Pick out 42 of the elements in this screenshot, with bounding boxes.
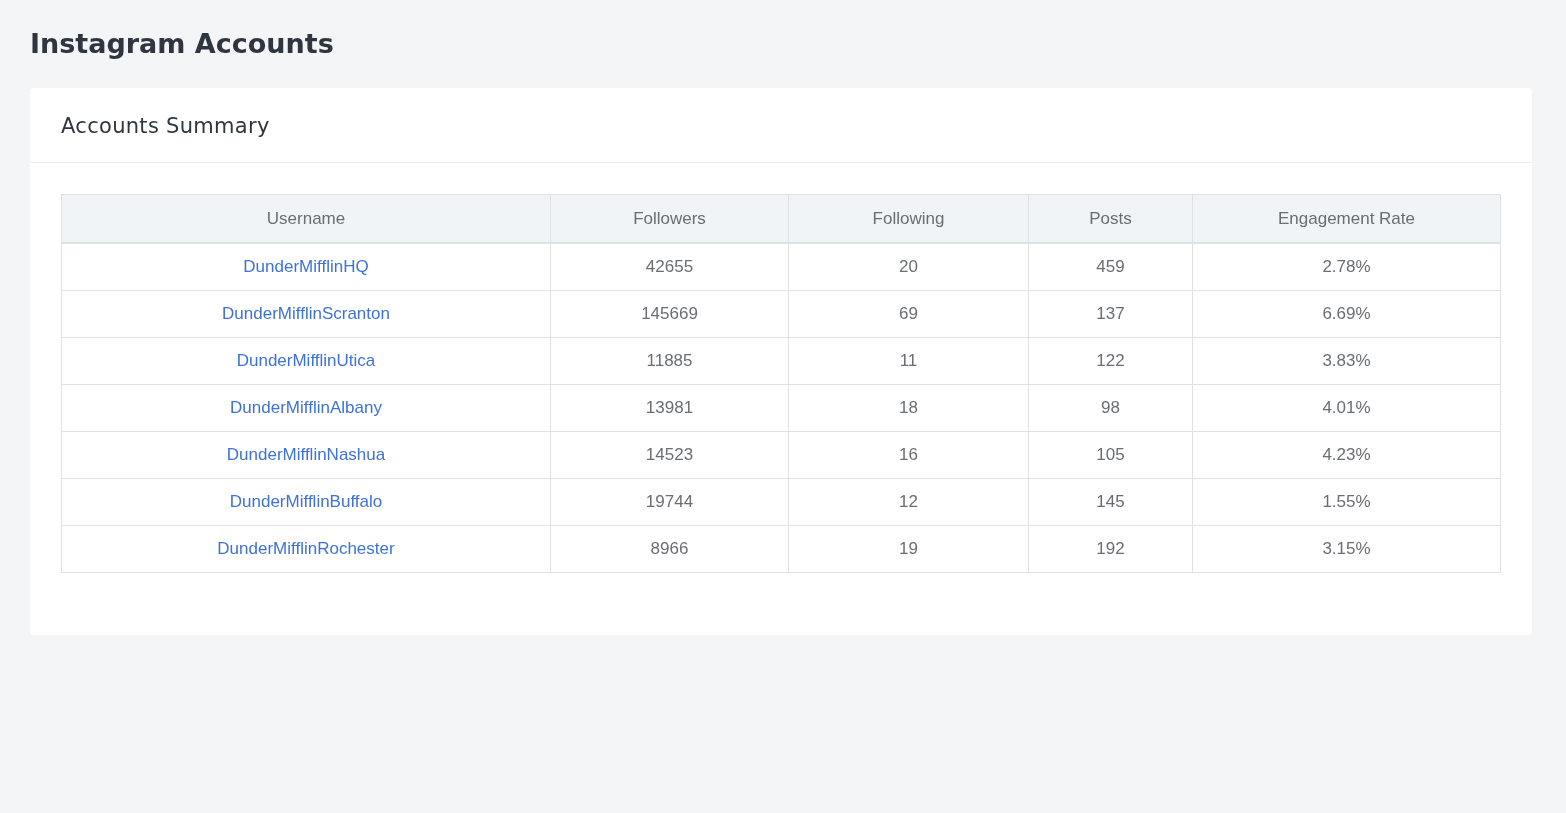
table-cell: 69 [788, 290, 1029, 338]
column-header: Followers [550, 194, 789, 243]
table-cell: 1.55% [1192, 478, 1501, 526]
username-link[interactable]: DunderMifflinBuffalo [229, 492, 383, 511]
table-cell: 18 [788, 384, 1029, 432]
table-cell: 20 [788, 243, 1029, 291]
table-cell: 4.01% [1192, 384, 1501, 432]
column-header: Engagement Rate [1192, 194, 1501, 243]
table-cell: 42655 [550, 243, 789, 291]
username-link[interactable]: DunderMifflinScranton [222, 304, 390, 323]
table-cell: 122 [1028, 337, 1193, 385]
table-cell: 2.78% [1192, 243, 1501, 291]
table-cell: 4.23% [1192, 431, 1501, 479]
column-header: Following [788, 194, 1029, 243]
column-header: Username [61, 194, 551, 243]
table-cell: 3.83% [1192, 337, 1501, 385]
table-cell: 19 [788, 525, 1029, 573]
table-cell: 145669 [550, 290, 789, 338]
table-cell: 192 [1028, 525, 1193, 573]
table-cell: 137 [1028, 290, 1193, 338]
table-cell: 459 [1028, 243, 1193, 291]
page-title: Instagram Accounts [30, 27, 335, 61]
username-link[interactable]: DunderMifflinUtica [236, 351, 376, 370]
table-cell: 11885 [550, 337, 789, 385]
card-title: Accounts Summary [61, 113, 271, 140]
table-cell: 145 [1028, 478, 1193, 526]
table-cell: 13981 [550, 384, 789, 432]
table-cell: 8966 [550, 525, 789, 573]
table-cell: 12 [788, 478, 1029, 526]
table-cell: 16 [788, 431, 1029, 479]
table-cell: 98 [1028, 384, 1193, 432]
table-cell: 14523 [550, 431, 789, 479]
table-cell: 6.69% [1192, 290, 1501, 338]
username-link[interactable]: DunderMifflinRochester [217, 539, 395, 558]
table-cell: 3.15% [1192, 525, 1501, 573]
username-link[interactable]: DunderMifflinAlbany [230, 398, 382, 417]
table-cell: 11 [788, 337, 1029, 385]
username-link[interactable]: DunderMifflinHQ [243, 257, 369, 276]
column-header: Posts [1028, 194, 1193, 243]
table-cell: 105 [1028, 431, 1193, 479]
table-cell: 19744 [550, 478, 789, 526]
username-link[interactable]: DunderMifflinNashua [226, 445, 386, 464]
